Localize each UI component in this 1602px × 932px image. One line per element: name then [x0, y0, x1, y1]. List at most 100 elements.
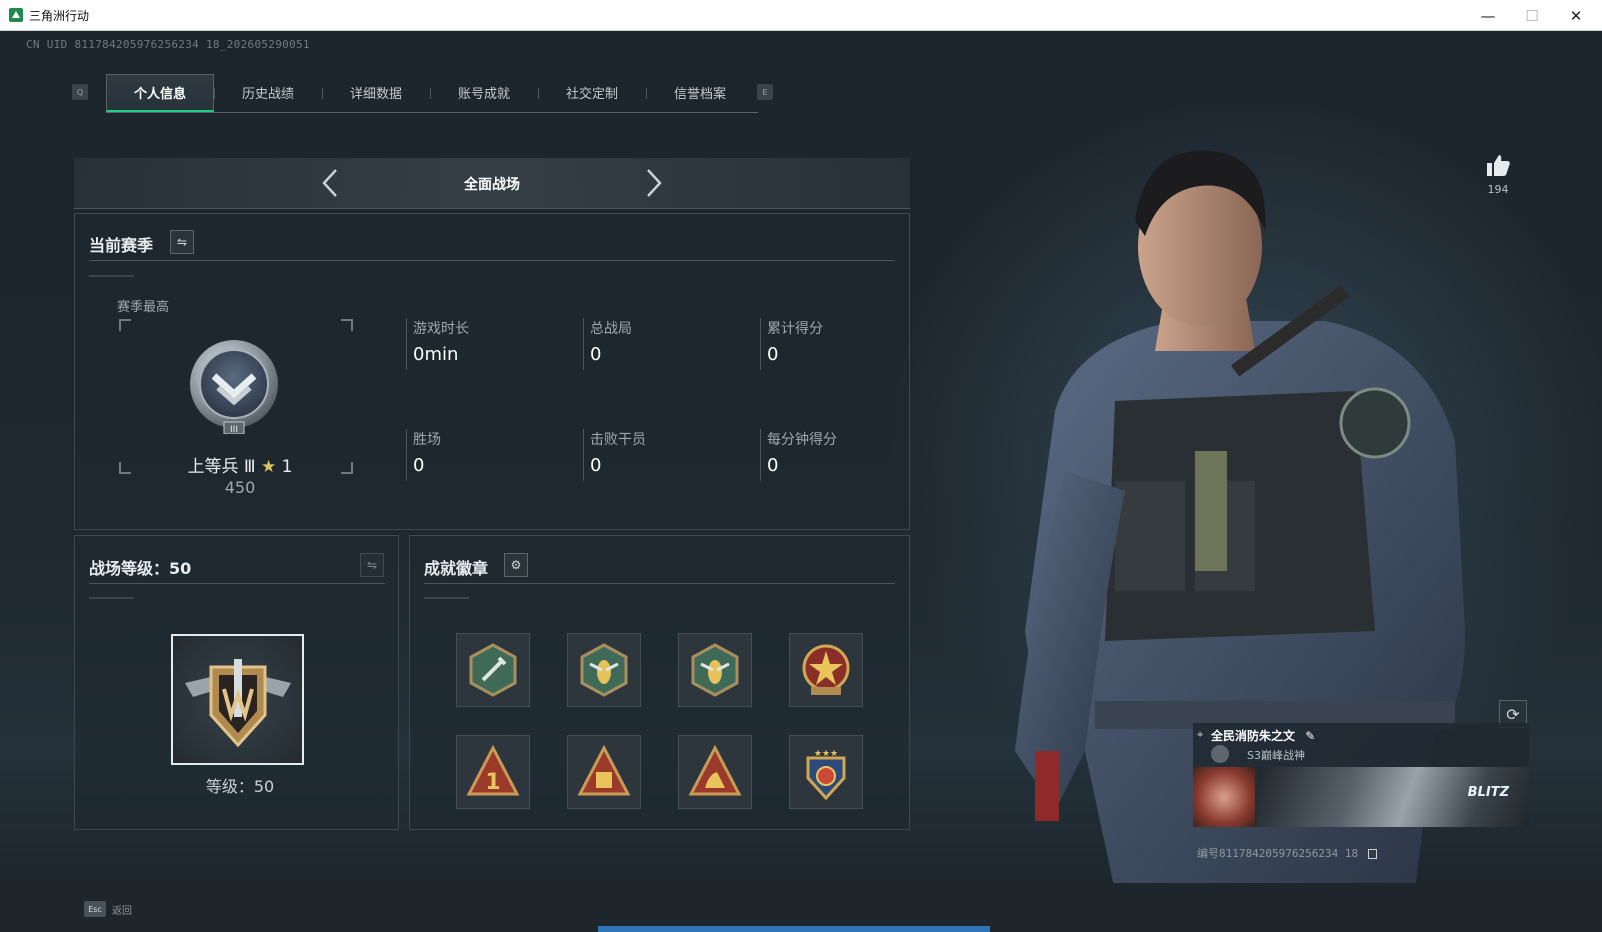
achievement-badge-3[interactable] — [678, 633, 752, 707]
stat-label: 游戏时长 — [413, 321, 469, 337]
mode-title: 全面战场 — [464, 177, 520, 193]
level-decor-dash — [89, 597, 134, 599]
window-title: 三角洲行动 — [29, 8, 90, 23]
achievement-badge-4[interactable] — [789, 633, 863, 707]
stat-label: 击败干员 — [590, 432, 646, 448]
achievement-badge-1[interactable] — [456, 633, 530, 707]
stat-wins: 胜场 0 — [406, 429, 556, 481]
esc-key-button[interactable]: Esc — [84, 901, 106, 917]
player-card[interactable]: ⌖ 全民消防朱之文 ✎ S3巅峰战神 BLITZ — [1193, 723, 1529, 827]
window-titlebar: 三角洲行动 — ☐ ✕ — [0, 0, 1602, 31]
edit-icon[interactable]: ✎ — [1305, 729, 1315, 743]
stat-value: 0 — [590, 344, 602, 365]
swap-icon: ⇋ — [176, 235, 188, 249]
uid-line: CN UID 811784205976256234 18_20260529005… — [26, 38, 310, 51]
player-id-row: 编号811784205976256234 18 — [1197, 845, 1377, 861]
bottom-progress-bar — [598, 926, 990, 932]
achievements-settings-button[interactable]: ⚙ — [504, 553, 528, 577]
rank-name-row: 上等兵 Ⅲ ★ 1 — [150, 452, 330, 477]
season-title: 当前赛季 — [89, 236, 154, 255]
gear-icon: ⚙ — [510, 558, 522, 572]
tab-match-history[interactable]: 历史战绩 — [214, 74, 322, 112]
maximize-button[interactable]: ☐ — [1510, 0, 1554, 31]
prev-tab-key-hint: Q — [72, 84, 88, 100]
mode-next-button[interactable] — [639, 167, 669, 199]
close-button[interactable]: ✕ — [1554, 0, 1598, 31]
svg-text:★★★: ★★★ — [814, 749, 838, 759]
level-text: 等级：50 — [205, 777, 275, 796]
achievement-badge-7[interactable] — [678, 735, 752, 809]
back-label[interactable]: 返回 — [112, 902, 132, 917]
achievement-badge-2[interactable] — [567, 633, 641, 707]
season-title-divider — [89, 260, 895, 261]
rank-name: 上等兵 Ⅲ — [187, 457, 256, 477]
hex-wrench-badge-icon — [469, 643, 517, 697]
stat-value: 0 — [767, 344, 779, 365]
frame-corner — [119, 462, 131, 474]
season-decor-dash — [89, 275, 134, 277]
like-count: 194 — [1487, 183, 1509, 196]
tab-personal-info[interactable]: 个人信息 — [106, 73, 214, 112]
mode-selector: 全面战场 — [74, 158, 910, 209]
stat-label: 累计得分 — [767, 321, 823, 337]
star-medal-badge-icon — [802, 644, 850, 695]
next-tab-key-hint: E — [757, 84, 773, 100]
star-icon: ★ — [261, 457, 277, 477]
svg-text:III: III — [230, 425, 238, 434]
player-title: S3巅峰战神 — [1247, 749, 1305, 762]
refresh-icon: ⟳ — [1506, 704, 1520, 724]
season-switch-button[interactable]: ⇋ — [170, 230, 194, 254]
level-title-divider — [89, 583, 385, 584]
tab-social-customization[interactable]: 社交定制 — [538, 74, 646, 112]
rank-stars: 1 — [281, 457, 293, 477]
copy-icon[interactable] — [1367, 849, 1377, 859]
achievements-title-divider — [424, 583, 895, 584]
player-avatar — [1193, 767, 1255, 827]
stat-total-score: 累计得分 0 — [760, 318, 910, 370]
stat-value: 0 — [590, 455, 602, 476]
achievement-badge-6[interactable] — [567, 735, 641, 809]
season-best-label: 赛季最高 — [117, 300, 170, 315]
tab-detailed-data[interactable]: 详细数据 — [322, 74, 430, 112]
stat-operators-defeated: 击败干员 0 — [583, 429, 733, 481]
app-logo-icon — [9, 8, 23, 22]
stat-total-matches: 总战局 0 — [583, 318, 733, 370]
stat-score-per-minute: 每分钟得分 0 — [760, 429, 910, 481]
swap-icon: ⇋ — [366, 558, 378, 572]
stat-play-time: 游戏时长 0min — [406, 318, 556, 370]
battlefield-level-title: 战场等级：50 — [89, 559, 192, 578]
winged-shield-emblem-icon — [184, 658, 291, 747]
hex-wasp-badge-icon — [580, 643, 628, 697]
triangle-crate-badge-icon — [577, 744, 631, 796]
minimize-button[interactable]: — — [1466, 0, 1510, 31]
achievement-badge-8[interactable]: ★★★ — [789, 735, 863, 809]
player-name: 全民消防朱之文 — [1211, 729, 1296, 743]
triangle-soldier-badge-icon — [688, 744, 742, 796]
tab-credit-record[interactable]: 信誉档案 — [646, 74, 754, 112]
rank-points: 450 — [224, 478, 256, 497]
thumbs-up-icon — [1487, 155, 1510, 176]
frame-corner — [119, 319, 131, 331]
triangle-number-one-badge-icon: 1 — [466, 744, 520, 796]
like-widget[interactable]: 194 — [1478, 153, 1518, 196]
tab-account-achievements[interactable]: 账号成就 — [430, 74, 538, 112]
frame-corner — [341, 462, 353, 474]
stat-value: 0 — [413, 455, 425, 476]
svg-text:1: 1 — [485, 770, 500, 795]
stat-value: 0 — [767, 455, 779, 476]
game-viewport: CN UID 811784205976256234 18_20260529005… — [0, 31, 1602, 932]
player-banner: BLITZ — [1257, 767, 1529, 827]
level-emblem-frame[interactable] — [171, 634, 304, 765]
shield-stars-badge-icon: ★★★ — [806, 749, 846, 800]
hex-wasp-badge-icon — [691, 643, 739, 697]
rank-badge-icon: III — [186, 338, 282, 435]
achievement-badge-5[interactable]: 1 — [456, 735, 530, 809]
stat-label: 每分钟得分 — [767, 432, 837, 448]
stat-label: 总战局 — [590, 321, 632, 337]
achievements-title: 成就徽章 — [424, 559, 489, 578]
player-id: 编号811784205976256234 18 — [1197, 847, 1359, 860]
stat-value: 0min — [413, 344, 459, 365]
achievements-decor-dash — [424, 597, 469, 599]
location-pin-icon: ⌖ — [1197, 728, 1204, 741]
level-switch-button[interactable]: ⇋ — [360, 553, 384, 577]
